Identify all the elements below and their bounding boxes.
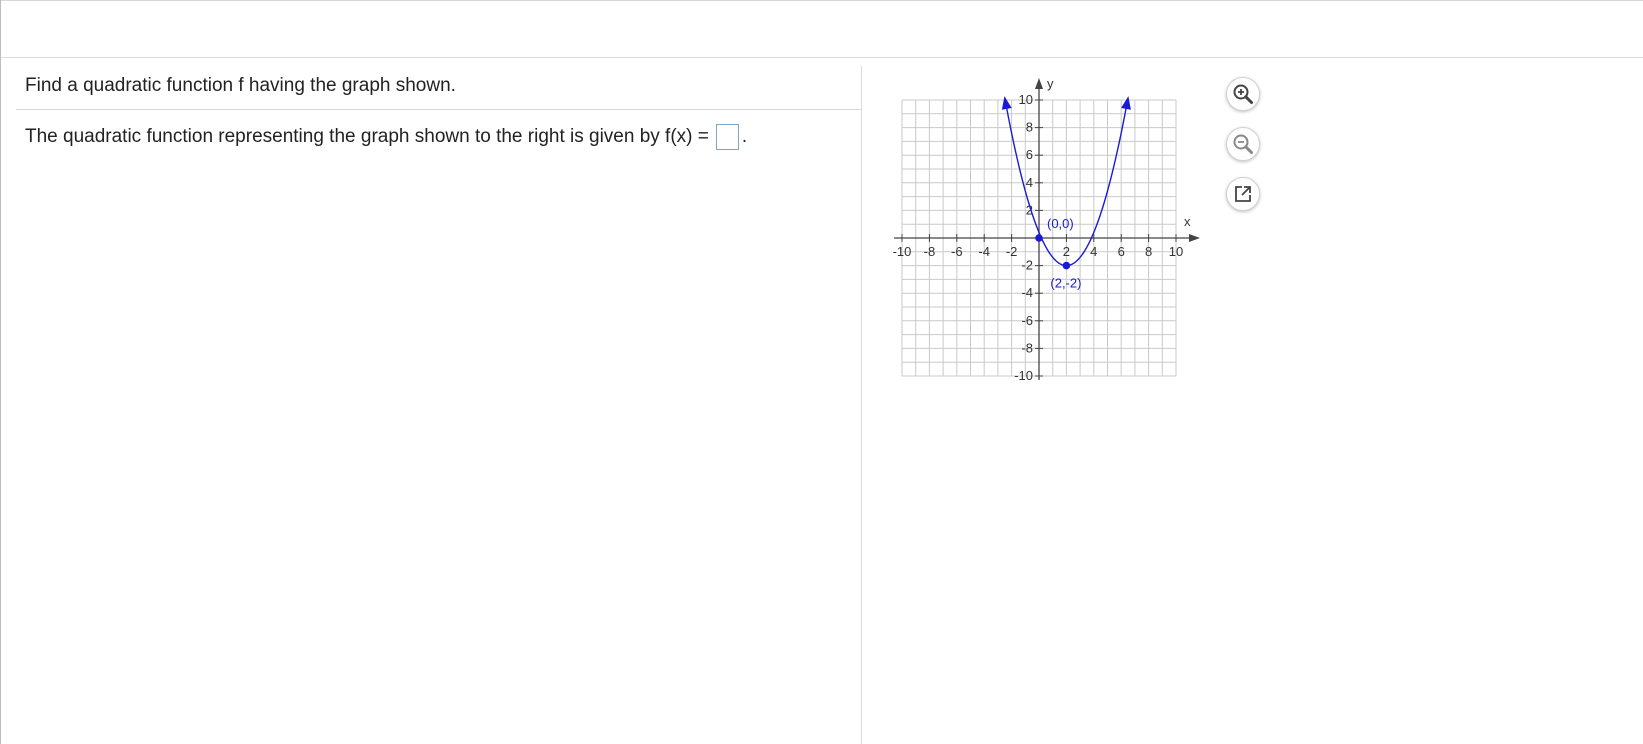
y-tick-label: -4 [1021, 285, 1033, 300]
y-tick-label: -8 [1021, 340, 1033, 355]
prompt-divider [16, 109, 861, 110]
popout-button[interactable] [1226, 177, 1260, 211]
y-axis-arrow [1035, 78, 1043, 89]
curve-arrow-right [1121, 96, 1131, 110]
y-tick-label: 8 [1026, 120, 1033, 135]
y-tick-label: -2 [1021, 258, 1033, 273]
parabola-graph: -10 -8 -6 -4 -2 2 4 6 8 10108642-2-4-6-8-10 (0,0)… [893, 76, 1200, 383]
y-tick-label: 10 [1019, 92, 1033, 107]
point-label: (2,-2) [1050, 276, 1081, 291]
x-axis-arrow [1189, 234, 1200, 242]
zoom-out-button[interactable] [1226, 127, 1260, 161]
x-tick-label: 6 [1118, 244, 1125, 259]
answer-prefix: The quadratic function representing the … [25, 126, 709, 147]
x-tick-label: 10 [1169, 244, 1183, 259]
x-tick-label: 8 [1145, 244, 1152, 259]
zoom-out-icon [1233, 134, 1253, 154]
x-tick-label: 4 [1090, 244, 1097, 259]
top-border [0, 0, 1643, 1]
x-tick-label: -4 [978, 244, 990, 259]
panel-divider [861, 66, 862, 744]
left-border [0, 0, 1, 744]
zoom-in-icon [1233, 84, 1253, 104]
x-tick-label: 2 [1063, 244, 1070, 259]
zoom-in-button[interactable] [1226, 77, 1260, 111]
point-label: (0,0) [1047, 216, 1074, 231]
question-prompt: Find a quadratic function f having the g… [25, 75, 456, 96]
y-tick-label: -6 [1021, 313, 1033, 328]
y-tick-label: 6 [1026, 147, 1033, 162]
y-tick-label: -10 [1014, 368, 1033, 383]
y-tick-label: 4 [1026, 175, 1033, 190]
point-marker [1035, 234, 1043, 242]
answer-suffix: . [741, 126, 748, 147]
answer-input[interactable] [715, 124, 739, 150]
header-divider [1, 57, 1643, 58]
curve-arrow-left [1001, 96, 1012, 110]
point-marker [1062, 261, 1071, 270]
x-tick-label: -2 [1006, 244, 1018, 259]
x-axis-label: x [1184, 214, 1191, 229]
popout-icon [1235, 186, 1251, 202]
x-tick-label: -6 [951, 244, 963, 259]
y-axis-label: y [1047, 76, 1054, 91]
x-tick-label: -8 [924, 244, 936, 259]
x-tick-label: -10 [893, 244, 912, 259]
answer-row: The quadratic function representing the … [25, 124, 747, 150]
